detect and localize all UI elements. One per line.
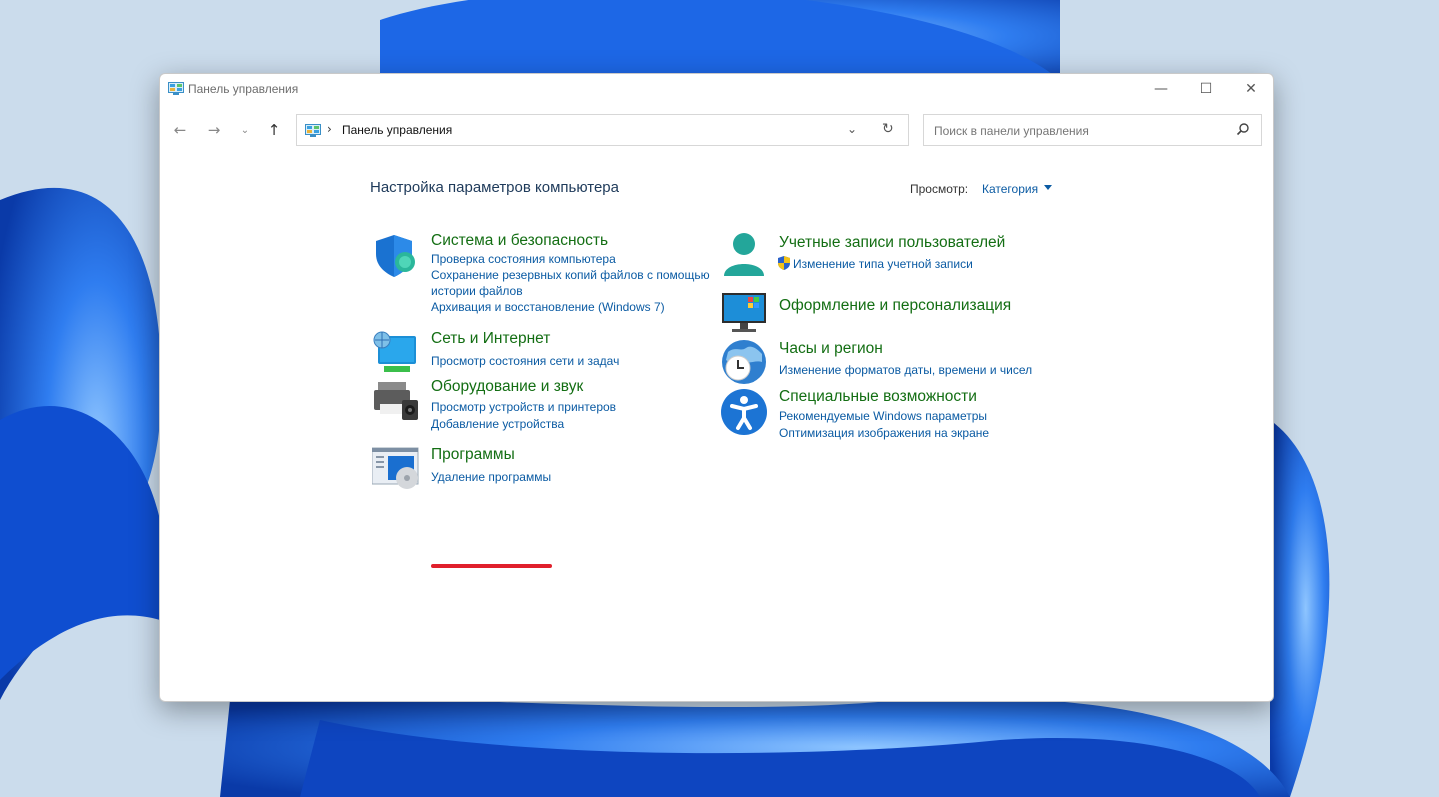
category-title[interactable]: Специальные возможности: [779, 388, 977, 406]
address-bar[interactable]: › Панель управления ⌄ ↻: [296, 114, 909, 146]
control-panel-icon: [305, 124, 321, 137]
chevron-right-icon: ›: [327, 122, 332, 136]
link-optimize-display[interactable]: Оптимизация изображения на экране: [779, 425, 989, 441]
chevron-down-icon[interactable]: ⌄: [847, 122, 857, 136]
category-title[interactable]: Оформление и персонализация: [779, 297, 1011, 315]
control-panel-window: Панель управления — ☐ ✕ ← → ⌄ ↑ › Панель…: [159, 73, 1274, 702]
uac-shield-icon: [778, 256, 790, 270]
network-icon[interactable]: [372, 330, 420, 378]
link-file-history-cont[interactable]: истории файлов: [431, 283, 523, 299]
title-bar: Панель управления — ☐ ✕: [160, 74, 1273, 104]
highlight-underline: [431, 564, 552, 568]
link-uninstall-program[interactable]: Удаление программы: [431, 469, 551, 485]
category-title[interactable]: Оборудование и звук: [431, 378, 583, 396]
search-icon[interactable]: [1236, 122, 1250, 136]
refresh-icon[interactable]: ↻: [882, 121, 894, 137]
link-date-time-formats[interactable]: Изменение форматов даты, времени и чисел: [779, 362, 1032, 378]
category-title[interactable]: Программы: [431, 446, 515, 464]
link-network-status[interactable]: Просмотр состояния сети и задач: [431, 353, 619, 369]
window-title: Панель управления: [188, 82, 299, 96]
printer-icon[interactable]: [372, 378, 420, 426]
minimize-button[interactable]: —: [1138, 74, 1184, 104]
main-content: Настройка параметров компьютера Просмотр…: [160, 148, 1273, 701]
link-recommended-settings[interactable]: Рекомендуемые Windows параметры: [779, 408, 987, 424]
accessibility-icon[interactable]: [720, 388, 768, 436]
view-by-label: Просмотр:: [910, 182, 969, 196]
up-button[interactable]: ↑: [262, 118, 286, 142]
link-change-account-type[interactable]: Изменение типа учетной записи: [793, 256, 973, 272]
shield-icon[interactable]: [372, 232, 420, 280]
search-input[interactable]: [932, 121, 1226, 141]
clock-globe-icon[interactable]: [720, 338, 768, 386]
control-panel-icon: [168, 82, 184, 95]
back-button[interactable]: ←: [168, 118, 192, 142]
caret-down-icon[interactable]: [1044, 185, 1052, 190]
link-backup-restore[interactable]: Архивация и восстановление (Windows 7): [431, 299, 665, 315]
recent-locations-button[interactable]: ⌄: [233, 118, 257, 142]
page-title: Настройка параметров компьютера: [370, 179, 619, 196]
navigation-bar: ← → ⌄ ↑ › Панель управления ⌄ ↻: [160, 112, 1273, 148]
link-file-history[interactable]: Сохранение резервных копий файлов с помо…: [431, 267, 710, 283]
category-title[interactable]: Система и безопасность: [431, 232, 608, 250]
address-path[interactable]: Панель управления: [342, 123, 452, 137]
programs-icon[interactable]: [372, 446, 420, 494]
search-box[interactable]: [923, 114, 1262, 146]
link-add-device[interactable]: Добавление устройства: [431, 416, 564, 432]
user-icon[interactable]: [720, 232, 768, 280]
close-button[interactable]: ✕: [1228, 74, 1273, 104]
category-title[interactable]: Учетные записи пользователей: [779, 234, 1005, 252]
category-title[interactable]: Сеть и Интернет: [431, 330, 550, 348]
link-check-status[interactable]: Проверка состояния компьютера: [431, 251, 616, 267]
forward-button[interactable]: →: [202, 118, 226, 142]
category-title[interactable]: Часы и регион: [779, 340, 883, 358]
link-devices-printers[interactable]: Просмотр устройств и принтеров: [431, 399, 616, 415]
view-by-dropdown[interactable]: Категория: [982, 182, 1038, 196]
maximize-button[interactable]: ☐: [1183, 74, 1229, 104]
monitor-icon[interactable]: [720, 289, 768, 337]
